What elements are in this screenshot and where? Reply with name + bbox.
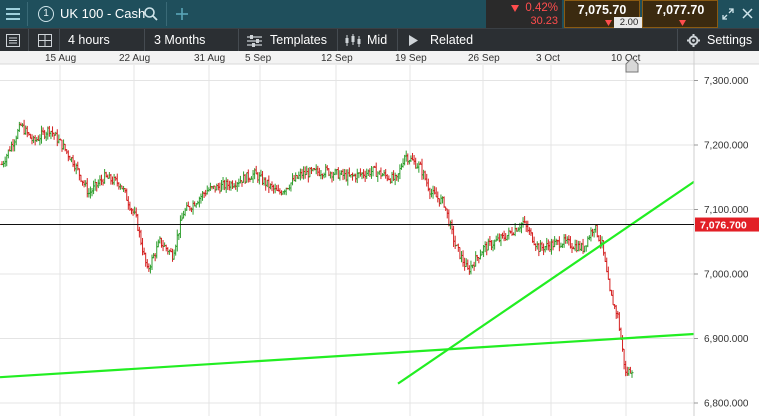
change-panel: 0.42% 30.23 [486, 0, 562, 28]
x-tick-label: 3 Oct [536, 53, 560, 64]
change-percent: 0.42% [525, 2, 558, 14]
change-points: 30.23 [530, 15, 558, 27]
buy-button[interactable]: 7,077.70 [642, 0, 718, 28]
price-mode-selector[interactable]: Mid [367, 29, 387, 52]
search-icon[interactable] [143, 6, 159, 22]
buy-price: 7,077.70 [655, 3, 705, 17]
x-tick-label: 12 Sep [321, 53, 353, 64]
settings-button[interactable]: Settings [707, 29, 752, 52]
y-tick-label: 7,300.000 [704, 76, 749, 87]
x-tick-label: 5 Sep [245, 53, 272, 64]
interval-selector[interactable]: 4 hours [68, 29, 110, 52]
y-tick-label: 6,900.000 [704, 334, 749, 345]
instrument-name[interactable]: UK 100 - Cash [60, 6, 145, 21]
current-price-label: 7,076.700 [700, 220, 747, 232]
price-chart[interactable]: 15 Aug 22 Aug 31 Aug 5 Sep 12 Sep 19 Sep 26 Se… [0, 51, 759, 416]
sell-price: 7,075.70 [577, 3, 627, 17]
range-selector[interactable]: 3 Months [154, 29, 205, 52]
x-tick-label: 22 Aug [119, 53, 150, 64]
x-tick-label: 19 Sep [395, 53, 427, 64]
expand-icon[interactable] [722, 8, 734, 20]
y-tick-label: 6,800.000 [704, 399, 749, 410]
list-icon[interactable] [6, 34, 20, 47]
hamburger-icon[interactable] [6, 8, 20, 20]
buy-arrow-icon [679, 20, 686, 26]
sell-arrow-icon [605, 20, 612, 26]
down-arrow-icon [511, 5, 519, 12]
title-bar: 1 UK 100 - Cash 0.42% 30.23 7,075.70 2.0… [0, 0, 759, 28]
chart-toolbar: 4 hours 3 Months Templates Mid Related S… [0, 28, 759, 52]
close-icon[interactable] [742, 8, 753, 19]
plus-icon[interactable] [176, 8, 188, 20]
window-number-badge: 1 [38, 6, 54, 22]
related-icon [409, 35, 418, 46]
x-tick-label: 15 Aug [45, 53, 76, 64]
templates-button[interactable]: Templates [270, 29, 327, 52]
related-button[interactable]: Related [430, 29, 473, 52]
x-tick-label: 31 Aug [194, 53, 225, 64]
sliders-icon [247, 35, 262, 47]
y-tick-label: 7,200.000 [704, 141, 749, 152]
x-tick-label: 26 Sep [468, 53, 500, 64]
date-axis-strip [0, 51, 759, 64]
gear-icon [687, 34, 700, 47]
spread-value: 2.00 [619, 17, 639, 28]
window-number: 1 [43, 8, 49, 19]
y-tick-label: 7,000.000 [704, 270, 749, 281]
y-tick-label: 7,100.000 [704, 205, 749, 216]
candlestick-icon [345, 34, 361, 47]
grid-layout-icon[interactable] [38, 34, 52, 47]
spread-badge: 2.00 [614, 17, 644, 28]
